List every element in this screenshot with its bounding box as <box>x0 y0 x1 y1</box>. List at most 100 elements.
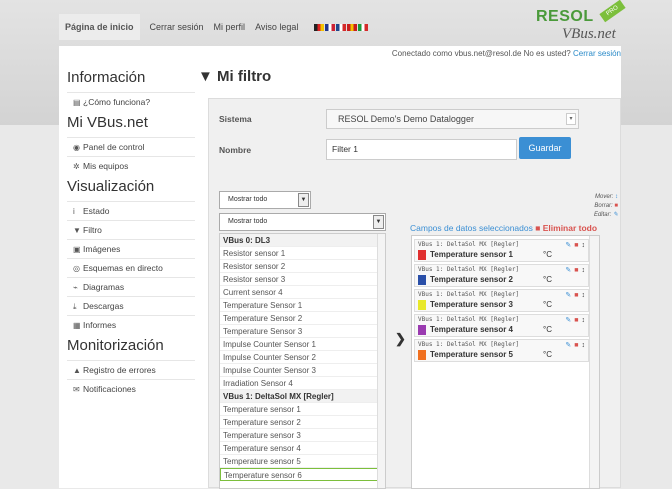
nombre-input[interactable]: Filter 1 <box>326 139 517 160</box>
list-item[interactable]: Temperature sensor 6 <box>220 468 385 481</box>
chevron-down-icon: ▼ <box>373 215 384 229</box>
main-card: Conectado como vbus.net@resol.de No es u… <box>59 46 621 489</box>
sidebar-item-label: Descargas <box>83 301 124 311</box>
color-swatch[interactable] <box>418 325 426 335</box>
move-icon[interactable]: ↕ <box>582 242 586 249</box>
nav-link-2[interactable]: Mi perfil <box>214 22 246 32</box>
sistema-label: Sistema <box>219 114 252 124</box>
nav-link-1[interactable]: Cerrar sesión <box>150 22 204 32</box>
list-item[interactable]: Impulse Counter Sensor 3 <box>220 364 385 377</box>
french-flag-icon[interactable] <box>336 23 347 31</box>
selected-field-actions: ✎ ■ ↕ <box>565 316 585 324</box>
color-swatch[interactable] <box>418 350 426 360</box>
sidebar-item[interactable]: ✲ Mis equipos <box>67 156 195 175</box>
trash-icon[interactable]: ■ <box>574 342 578 349</box>
trash-icon[interactable]: ■ <box>574 292 578 299</box>
list-item[interactable]: Impulse Counter Sensor 2 <box>220 351 385 364</box>
list-item[interactable]: Resistor sensor 2 <box>220 260 385 273</box>
edit-icon[interactable]: ✎ <box>565 267 571 274</box>
list-item[interactable]: Temperature sensor 4 <box>220 442 385 455</box>
sidebar-item-label: Informes <box>83 320 117 330</box>
edit-icon[interactable]: ✎ <box>565 342 571 349</box>
list-item[interactable]: Impulse Counter Sensor 1 <box>220 338 385 351</box>
sidebar-item-label: Registro de errores <box>83 365 156 375</box>
list-item[interactable]: Irradiation Sensor 4 <box>220 377 385 390</box>
warning-icon: ▲ <box>73 366 81 375</box>
selected-field[interactable]: VBus 1: DeltaSol MX [Regler] ✎ ■ ↕ Temperatu… <box>414 289 589 312</box>
selected-field[interactable]: VBus 1: DeltaSol MX [Regler] ✎ ■ ↕ Temperatu… <box>414 339 589 362</box>
color-swatch[interactable] <box>418 250 426 260</box>
connected-text: Conectado como vbus.net@resol.de No es u… <box>391 49 571 58</box>
list-item[interactable]: Temperature Sensor 2 <box>220 312 385 325</box>
list-item[interactable]: Resistor sensor 3 <box>220 273 385 286</box>
selected-field[interactable]: VBus 1: DeltaSol MX [Regler] ✎ ■ ↕ Temperatu… <box>414 264 589 287</box>
delete-all-button[interactable]: ■ Eliminar todo <box>535 223 597 233</box>
sidebar-item[interactable]: ▦ Informes <box>67 315 195 334</box>
sidebar-item[interactable]: ▤ ¿Cómo funciona? <box>67 92 195 111</box>
logout-link[interactable]: Cerrar sesión <box>573 49 621 58</box>
uk-flag-icon[interactable] <box>325 23 336 31</box>
selected-field[interactable]: VBus 1: DeltaSol MX [Regler] ✎ ■ ↕ Temperatu… <box>414 239 589 262</box>
german-flag-icon[interactable] <box>314 23 325 31</box>
nav-link-0[interactable]: Página de inicio <box>59 14 140 40</box>
sistema-select[interactable]: RESOL Demo's Demo Datalogger ▾ <box>326 109 579 129</box>
add-field-arrow-icon[interactable]: ❯ <box>395 331 406 347</box>
selected-field-source: VBus 1: DeltaSol MX [Regler] <box>418 291 520 298</box>
page-title-text: Mi filtro <box>217 68 272 85</box>
move-icon[interactable]: ↕ <box>582 342 586 349</box>
move-icon[interactable]: ↕ <box>582 292 586 299</box>
color-swatch[interactable] <box>418 300 426 310</box>
filter-icon: ▼ <box>73 226 81 235</box>
nav-link-3[interactable]: Aviso legal <box>255 22 298 32</box>
move-icon[interactable]: ↕ <box>582 317 586 324</box>
show-all-select-1[interactable]: Mostrar todo ▼ <box>219 191 311 209</box>
trash-icon[interactable]: ■ <box>574 267 578 274</box>
list-item[interactable]: Resistor sensor 1 <box>220 247 385 260</box>
chevron-down-icon: ▾ <box>566 113 576 125</box>
sidebar-item[interactable]: ✉ Notificaciones <box>67 379 195 398</box>
list-item[interactable]: Temperature Sensor 1 <box>220 299 385 312</box>
list-item[interactable]: Temperature sensor 2 <box>220 416 385 429</box>
sidebar-item-label: Estado <box>83 206 110 216</box>
show-all-select-2[interactable]: Mostrar todo ▼ <box>219 213 386 231</box>
selected-field-unit: °C <box>543 350 552 359</box>
selected-field-name: Temperature sensor 2 <box>430 275 513 284</box>
report-icon: ▦ <box>73 321 81 330</box>
filter-icon: ▼ <box>198 68 213 85</box>
selected-field-name: Temperature sensor 1 <box>430 250 513 259</box>
save-button[interactable]: Guardar <box>519 137 571 159</box>
edit-icon[interactable]: ✎ <box>565 242 571 249</box>
list-item[interactable]: Temperature sensor 1 <box>220 403 385 416</box>
sidebar-item[interactable]: ▲ Registro de errores <box>67 360 195 379</box>
legend-edit: Editar: <box>593 212 612 218</box>
scrollbar[interactable] <box>589 236 599 488</box>
edit-icon[interactable]: ✎ <box>565 317 571 324</box>
sidebar-item[interactable]: i Estado <box>67 201 195 220</box>
sidebar-item[interactable]: ▣ Imágenes <box>67 239 195 258</box>
selected-field[interactable]: VBus 1: DeltaSol MX [Regler] ✎ ■ ↕ Temperatu… <box>414 314 589 337</box>
edit-icon[interactable]: ✎ <box>565 292 571 299</box>
eye-icon: ◎ <box>73 264 80 273</box>
color-swatch[interactable] <box>418 275 426 285</box>
move-icon[interactable]: ↕ <box>582 267 586 274</box>
italian-flag-icon[interactable] <box>358 23 369 31</box>
trash-icon[interactable]: ■ <box>574 317 578 324</box>
selected-fields-list: VBus 1: DeltaSol MX [Regler] ✎ ■ ↕ Temperatu… <box>411 235 600 489</box>
dashboard-icon: ◉ <box>73 143 80 152</box>
selected-field-source: VBus 1: DeltaSol MX [Regler] <box>418 266 520 273</box>
list-item[interactable]: Current sensor 4 <box>220 286 385 299</box>
spanish-flag-icon[interactable] <box>347 23 358 31</box>
trash-icon[interactable]: ■ <box>574 242 578 249</box>
sidebar-item[interactable]: ⤓ Descargas <box>67 296 195 315</box>
sidebar-item[interactable]: ◉ Panel de control <box>67 137 195 156</box>
sidebar-item-label: Diagramas <box>83 282 125 292</box>
sidebar-item[interactable]: ⌁ Diagramas <box>67 277 195 296</box>
sidebar-item[interactable]: ◎ Esquemas en directo <box>67 258 195 277</box>
list-item[interactable]: Temperature sensor 3 <box>220 429 385 442</box>
list-item[interactable]: Temperature sensor 5 <box>220 455 385 468</box>
selected-field-actions: ✎ ■ ↕ <box>565 241 585 249</box>
list-item[interactable]: Temperature Sensor 3 <box>220 325 385 338</box>
scrollbar[interactable] <box>377 234 385 488</box>
available-fields-list[interactable]: VBus 0: DL3 Resistor sensor 1 Resistor sen… <box>219 233 386 489</box>
sidebar-item[interactable]: ▼ Filtro <box>67 220 195 239</box>
